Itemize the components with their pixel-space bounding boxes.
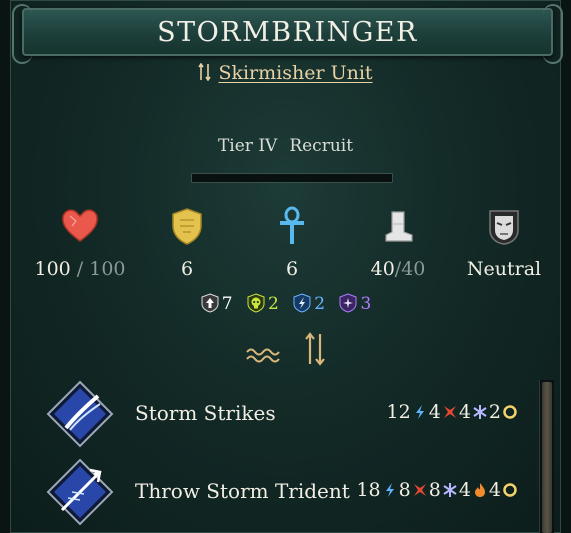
unit-class-link[interactable]: Skirmisher Unit	[0, 62, 571, 84]
fire-damage-icon	[474, 483, 485, 497]
skirmisher-trait-icon	[305, 332, 325, 366]
health-max: 100	[89, 258, 126, 280]
unit-name: STORMBRINGER	[157, 17, 418, 48]
boot-icon	[385, 211, 413, 242]
physical-damage-value: 4	[428, 401, 441, 423]
accuracy-ring-icon	[503, 405, 517, 419]
stat-defense[interactable]: 6	[132, 206, 242, 280]
health-current: 100	[34, 258, 71, 280]
ability-name: Throw Storm Trident	[135, 479, 350, 503]
modifier-blight[interactable]: 2	[246, 293, 279, 314]
lightning-damage-icon	[415, 405, 424, 419]
modifier-row: 7 2 2 3	[0, 293, 571, 314]
modifier-spirit[interactable]: 3	[338, 293, 371, 314]
accuracy-value: 4	[488, 479, 501, 501]
modifier-armor[interactable]: 7	[200, 293, 233, 314]
trait-skirmisher[interactable]	[304, 332, 326, 370]
lightning-damage-value: 12	[386, 401, 411, 423]
tier-label: Tier IV	[217, 136, 278, 156]
ability-scrollbar[interactable]	[539, 380, 554, 533]
physical-damage-icon	[443, 406, 456, 418]
trait-row	[0, 332, 571, 370]
storm-strikes-ability-icon	[46, 380, 114, 448]
ability-row[interactable]: Throw Storm Trident 18 8 8 4 4	[44, 456, 534, 526]
spirit-shield-icon	[339, 293, 357, 313]
frost-damage-value: 8	[428, 479, 441, 501]
stat-health[interactable]: 100 / 100	[25, 206, 135, 280]
ability-name: Storm Strikes	[135, 401, 276, 425]
defense-value: 6	[180, 258, 194, 280]
modifier-blight-value: 2	[267, 294, 279, 314]
stat-resistance[interactable]: 6	[237, 206, 347, 280]
modifier-lightning-value: 2	[314, 294, 326, 314]
frost-damage-icon	[443, 483, 457, 497]
frost-damage-value: 4	[458, 401, 471, 423]
fire-damage-value: 4	[458, 479, 471, 501]
ability-list: Storm Strikes 12 4 4 2 Throw Storm Trident …	[44, 378, 534, 533]
stat-movement[interactable]: 40/40	[343, 206, 453, 280]
health-sep: /	[76, 258, 84, 280]
scrollbar-thumb[interactable]	[542, 382, 552, 533]
ability-damage: 18 8 8 4 4	[356, 479, 519, 501]
physical-damage-value: 8	[398, 479, 411, 501]
tier-rank: Tier IV Recruit	[0, 136, 571, 156]
ankh-icon	[280, 206, 304, 244]
waves-trait-icon	[246, 348, 280, 363]
experience-bar	[191, 173, 393, 183]
gold-shield-icon	[172, 208, 202, 245]
unit-class-label: Skirmisher Unit	[218, 62, 373, 84]
throw-storm-trident-ability-icon	[46, 458, 114, 526]
frost-damage-icon	[473, 405, 487, 419]
lightning-damage-icon	[385, 483, 394, 497]
ability-damage: 12 4 4 2	[387, 401, 519, 423]
lightning-shield-icon	[293, 293, 311, 313]
rank-label: Recruit	[289, 136, 354, 156]
lightning-damage-value: 18	[356, 479, 381, 501]
blight-skull-icon	[247, 293, 265, 313]
modifier-spirit-value: 3	[360, 294, 372, 314]
heart-icon	[62, 209, 98, 242]
modifier-lightning[interactable]: 2	[292, 293, 325, 314]
ability-row[interactable]: Storm Strikes 12 4 4 2	[44, 378, 534, 448]
skirmisher-class-icon	[198, 63, 212, 81]
morale-mask-icon	[489, 210, 519, 245]
accuracy-ring-icon	[503, 483, 517, 497]
movement-current: 40	[370, 258, 395, 280]
resistance-value: 6	[285, 258, 299, 280]
trait-amphibious[interactable]	[245, 344, 283, 370]
physical-damage-icon	[413, 484, 426, 496]
stat-morale[interactable]: Neutral	[449, 206, 559, 280]
title-bar: STORMBRINGER	[12, 4, 563, 64]
morale-value: Neutral	[466, 258, 542, 280]
modifier-armor-value: 7	[221, 294, 233, 314]
armor-up-icon	[201, 293, 219, 313]
movement-max: 40	[401, 258, 426, 280]
accuracy-value: 2	[488, 401, 501, 423]
